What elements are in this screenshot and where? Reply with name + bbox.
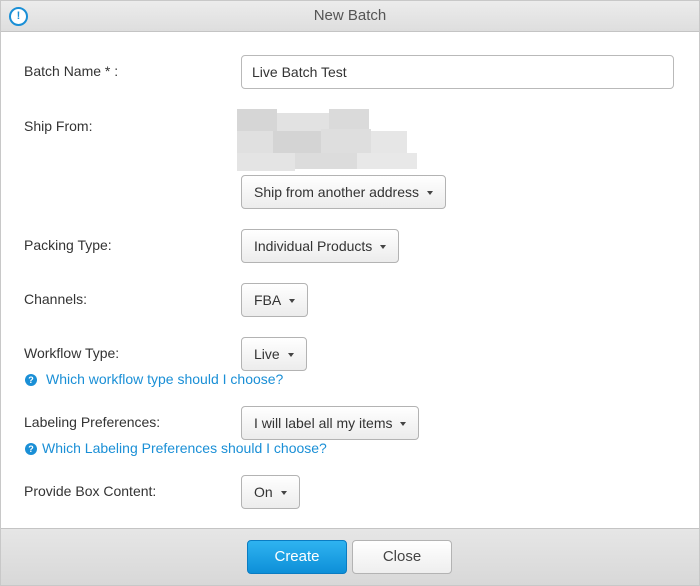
ship-from-another-address-button[interactable]: Ship from another address [241, 175, 446, 209]
labeling-preferences-value: I will label all my items [254, 415, 393, 431]
box-content-select[interactable]: On [241, 475, 300, 509]
workflow-type-value: Live [254, 346, 280, 362]
caret-down-icon [400, 422, 407, 427]
new-batch-dialog: ! New Batch Batch Name * : Ship From: Sh… [0, 0, 700, 586]
labeling-preferences-help-text: Which Labeling Preferences should I choo… [42, 440, 327, 456]
workflow-type-label: Workflow Type: [24, 345, 120, 361]
box-content-label: Provide Box Content: [24, 483, 157, 499]
packing-type-select[interactable]: Individual Products [241, 229, 400, 263]
channels-select[interactable]: FBA [241, 283, 309, 317]
batch-name-label: Batch Name * : [24, 63, 119, 79]
workflow-type-select[interactable]: Live [241, 337, 307, 371]
dialog-footer: Create Close [1, 528, 699, 585]
workflow-type-help-link[interactable]: ? Which workflow type should I choose? [25, 371, 283, 387]
close-button[interactable]: Close [352, 540, 452, 574]
ship-from-button-label: Ship from another address [254, 184, 419, 200]
labeling-preferences-label: Labeling Preferences: [24, 414, 161, 430]
batch-name-input[interactable] [241, 55, 674, 89]
caret-down-icon [280, 491, 287, 496]
caret-down-icon [426, 191, 433, 196]
dialog-titlebar: ! New Batch [1, 1, 699, 32]
create-button[interactable]: Create [247, 540, 347, 574]
labeling-preferences-select[interactable]: I will label all my items [241, 406, 420, 440]
caret-down-icon [287, 353, 294, 358]
caret-down-icon [380, 245, 387, 250]
workflow-type-help-text: Which workflow type should I choose? [46, 371, 284, 387]
box-content-value: On [254, 484, 273, 500]
redacted-address [237, 109, 417, 171]
question-circle-icon: ? [25, 443, 37, 455]
ship-from-label: Ship From: [24, 118, 93, 134]
labeling-preferences-help-link[interactable]: ? Which Labeling Preferences should I cho… [25, 440, 327, 456]
packing-type-value: Individual Products [254, 238, 373, 254]
packing-type-label: Packing Type: [24, 237, 112, 253]
channels-value: FBA [254, 292, 282, 308]
dialog-title: New Batch [313, 7, 387, 24]
channels-label: Channels: [24, 291, 88, 307]
question-circle-icon: ? [25, 374, 37, 386]
caret-down-icon [289, 299, 296, 304]
